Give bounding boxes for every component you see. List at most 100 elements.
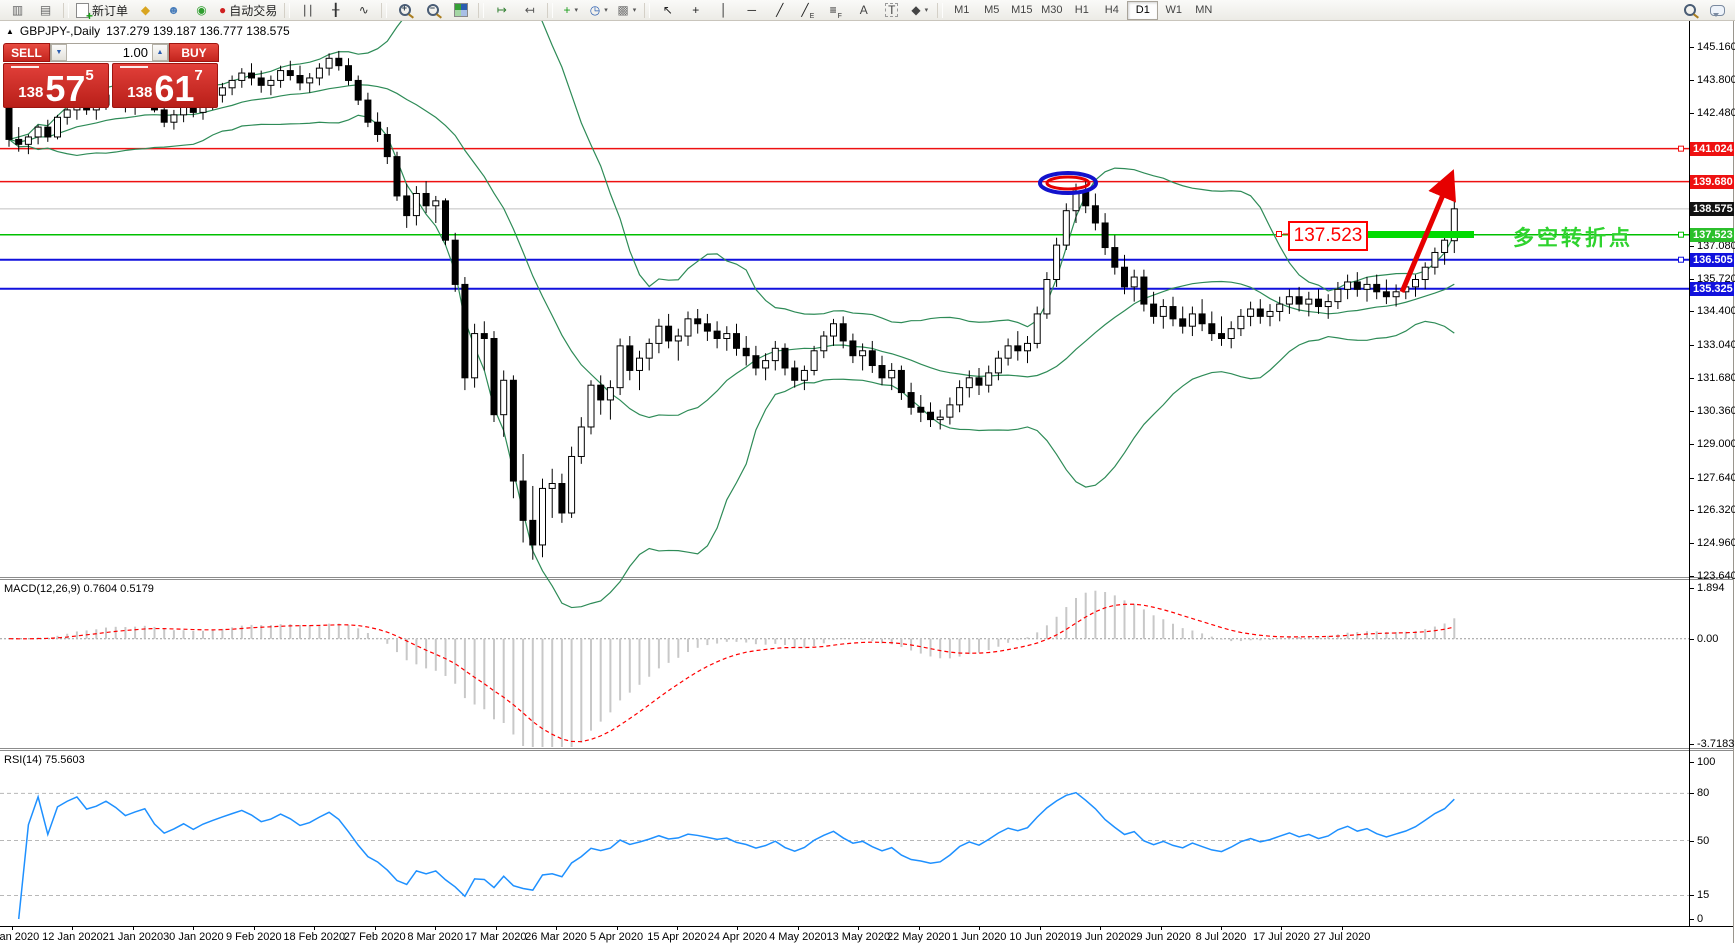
line-chart-icon[interactable]: ∿	[350, 1, 377, 20]
pivot-highlight-bar[interactable]	[1368, 231, 1474, 238]
macd-tick-mark	[1690, 588, 1694, 589]
candle-body	[1063, 211, 1069, 245]
search-icon[interactable]	[1676, 1, 1703, 20]
chat-icon[interactable]	[1704, 1, 1731, 20]
candle-body	[1160, 307, 1166, 317]
chart-shift-icon[interactable]: ↤	[516, 1, 543, 20]
trendline-icon[interactable]: ╱	[766, 1, 793, 20]
price-tag-139.680: 139.680	[1690, 175, 1734, 189]
timeframe-m15-button[interactable]: M15	[1007, 2, 1036, 19]
candle-body	[569, 456, 575, 513]
date-axis-tick	[677, 927, 678, 930]
indicators-button-dropdown-icon[interactable]: ▾	[575, 6, 579, 14]
collapse-triangle-icon[interactable]: ▲	[6, 27, 14, 36]
candlestick-chart-icon[interactable]: ╂	[322, 1, 349, 20]
candle-body	[25, 137, 31, 144]
periods-button-dropdown-icon[interactable]: ▾	[604, 6, 608, 14]
date-axis-tick	[496, 927, 497, 930]
signals-icon[interactable]: ◉	[188, 1, 215, 20]
rsi-tick-mark	[1690, 919, 1694, 920]
candle-body	[491, 338, 497, 414]
arrows-icon-dropdown-icon[interactable]: ▾	[925, 6, 929, 14]
pivot-annotation-text[interactable]: 多空转折点	[1513, 222, 1633, 252]
toolbar-separator	[63, 3, 69, 18]
date-axis-tick	[133, 927, 134, 930]
crosshair-icon[interactable]: +	[682, 1, 709, 20]
periods-button[interactable]: ◷▾	[585, 1, 612, 20]
hline-handle[interactable]	[1679, 257, 1684, 262]
macd-tick-label: -3.7183	[1697, 738, 1734, 750]
hline-handle[interactable]	[1277, 232, 1282, 237]
templates-button-dropdown-icon[interactable]: ▾	[633, 6, 637, 14]
price-tick-label: 123.640	[1697, 570, 1735, 582]
arrows-icon[interactable]: ◆▾	[906, 1, 933, 20]
sell-price-box[interactable]: 138 57 5	[3, 63, 109, 108]
fibonacci-icon[interactable]: ≡F	[822, 1, 849, 20]
date-axis-label: 26 Mar 2020	[525, 931, 587, 943]
date-axis-tick	[858, 927, 859, 930]
buy-button[interactable]: BUY	[169, 43, 219, 62]
horizontal-line-icon[interactable]: ─	[738, 1, 765, 20]
toolbar-separator	[284, 3, 290, 18]
date-axis-label: 8 Jul 2020	[1196, 931, 1247, 943]
timeframe-m5-button[interactable]: M5	[977, 2, 1006, 19]
date-axis-label: 27 Feb 2020	[344, 931, 406, 943]
candle-body	[433, 201, 439, 206]
volume-input[interactable]	[67, 44, 152, 61]
timeframe-m1-button[interactable]: M1	[947, 2, 976, 19]
candle-body	[811, 351, 817, 371]
candle-body	[646, 343, 652, 358]
candle-body	[1354, 282, 1360, 289]
charts-window-icon[interactable]: ▥	[4, 1, 31, 20]
bar-chart-icon[interactable]: ∣∣	[294, 1, 321, 20]
candle-body	[1325, 302, 1331, 307]
timeframe-h4-button[interactable]: H4	[1097, 2, 1126, 19]
price-tick-mark	[1690, 47, 1694, 48]
tile-windows-icon[interactable]	[447, 1, 474, 20]
zoom-in-icon[interactable]	[391, 1, 418, 20]
sell-price-pip: 5	[85, 67, 93, 84]
vertical-line-icon[interactable]: │	[710, 1, 737, 20]
candle-body	[821, 336, 827, 351]
candle-body	[1335, 289, 1341, 301]
candle-body	[937, 417, 943, 419]
community-icon[interactable]: ☻	[160, 1, 187, 20]
indicators-button[interactable]: +▾	[557, 1, 584, 20]
bollinger-middle-band	[9, 85, 1454, 418]
candle-body	[258, 78, 264, 85]
candle-body	[637, 358, 643, 370]
autotrading-button[interactable]: ●自动交易	[216, 1, 280, 20]
metaeditor-icon[interactable]: ◆	[132, 1, 159, 20]
candle-body	[6, 103, 12, 140]
hline-handle[interactable]	[1679, 146, 1684, 151]
candle-body	[1025, 343, 1031, 350]
new-order-button[interactable]: 新订单	[73, 1, 131, 20]
candle-body	[1092, 206, 1098, 223]
timeframe-mn-button[interactable]: MN	[1189, 2, 1218, 19]
volume-decrease-button[interactable]: ▼	[51, 44, 67, 61]
sell-button[interactable]: SELL	[3, 43, 50, 62]
cursor-icon[interactable]: ↖	[654, 1, 681, 20]
date-axis-tick	[375, 927, 376, 930]
zoom-out-icon[interactable]	[419, 1, 446, 20]
text-icon[interactable]: A	[850, 1, 877, 20]
pivot-price-label[interactable]: 137.523	[1288, 221, 1368, 251]
price-tick-label: 143.800	[1697, 74, 1735, 86]
price-tick-mark	[1690, 478, 1694, 479]
candle-body	[1442, 240, 1448, 252]
timeframe-d1-button[interactable]: D1	[1127, 1, 1158, 20]
equidistant-channel-icon[interactable]: ╱E	[794, 1, 821, 20]
text-label-icon[interactable]: T	[878, 1, 905, 20]
data-window-icon[interactable]: ▤	[32, 1, 59, 20]
auto-scroll-icon[interactable]: ↦	[488, 1, 515, 20]
volume-increase-button[interactable]: ▲	[152, 44, 168, 61]
timeframe-h1-button[interactable]: H1	[1067, 2, 1096, 19]
chart-plot-area[interactable]	[0, 0, 1735, 943]
timeframe-w1-button[interactable]: W1	[1159, 2, 1188, 19]
buy-price-box[interactable]: 138 61 7	[112, 63, 218, 108]
timeframe-m30-button[interactable]: M30	[1037, 2, 1066, 19]
templates-button[interactable]: ▩▾	[613, 1, 640, 20]
hline-handle[interactable]	[1679, 232, 1684, 237]
candle-body	[685, 319, 691, 336]
candle-body	[1141, 277, 1147, 304]
